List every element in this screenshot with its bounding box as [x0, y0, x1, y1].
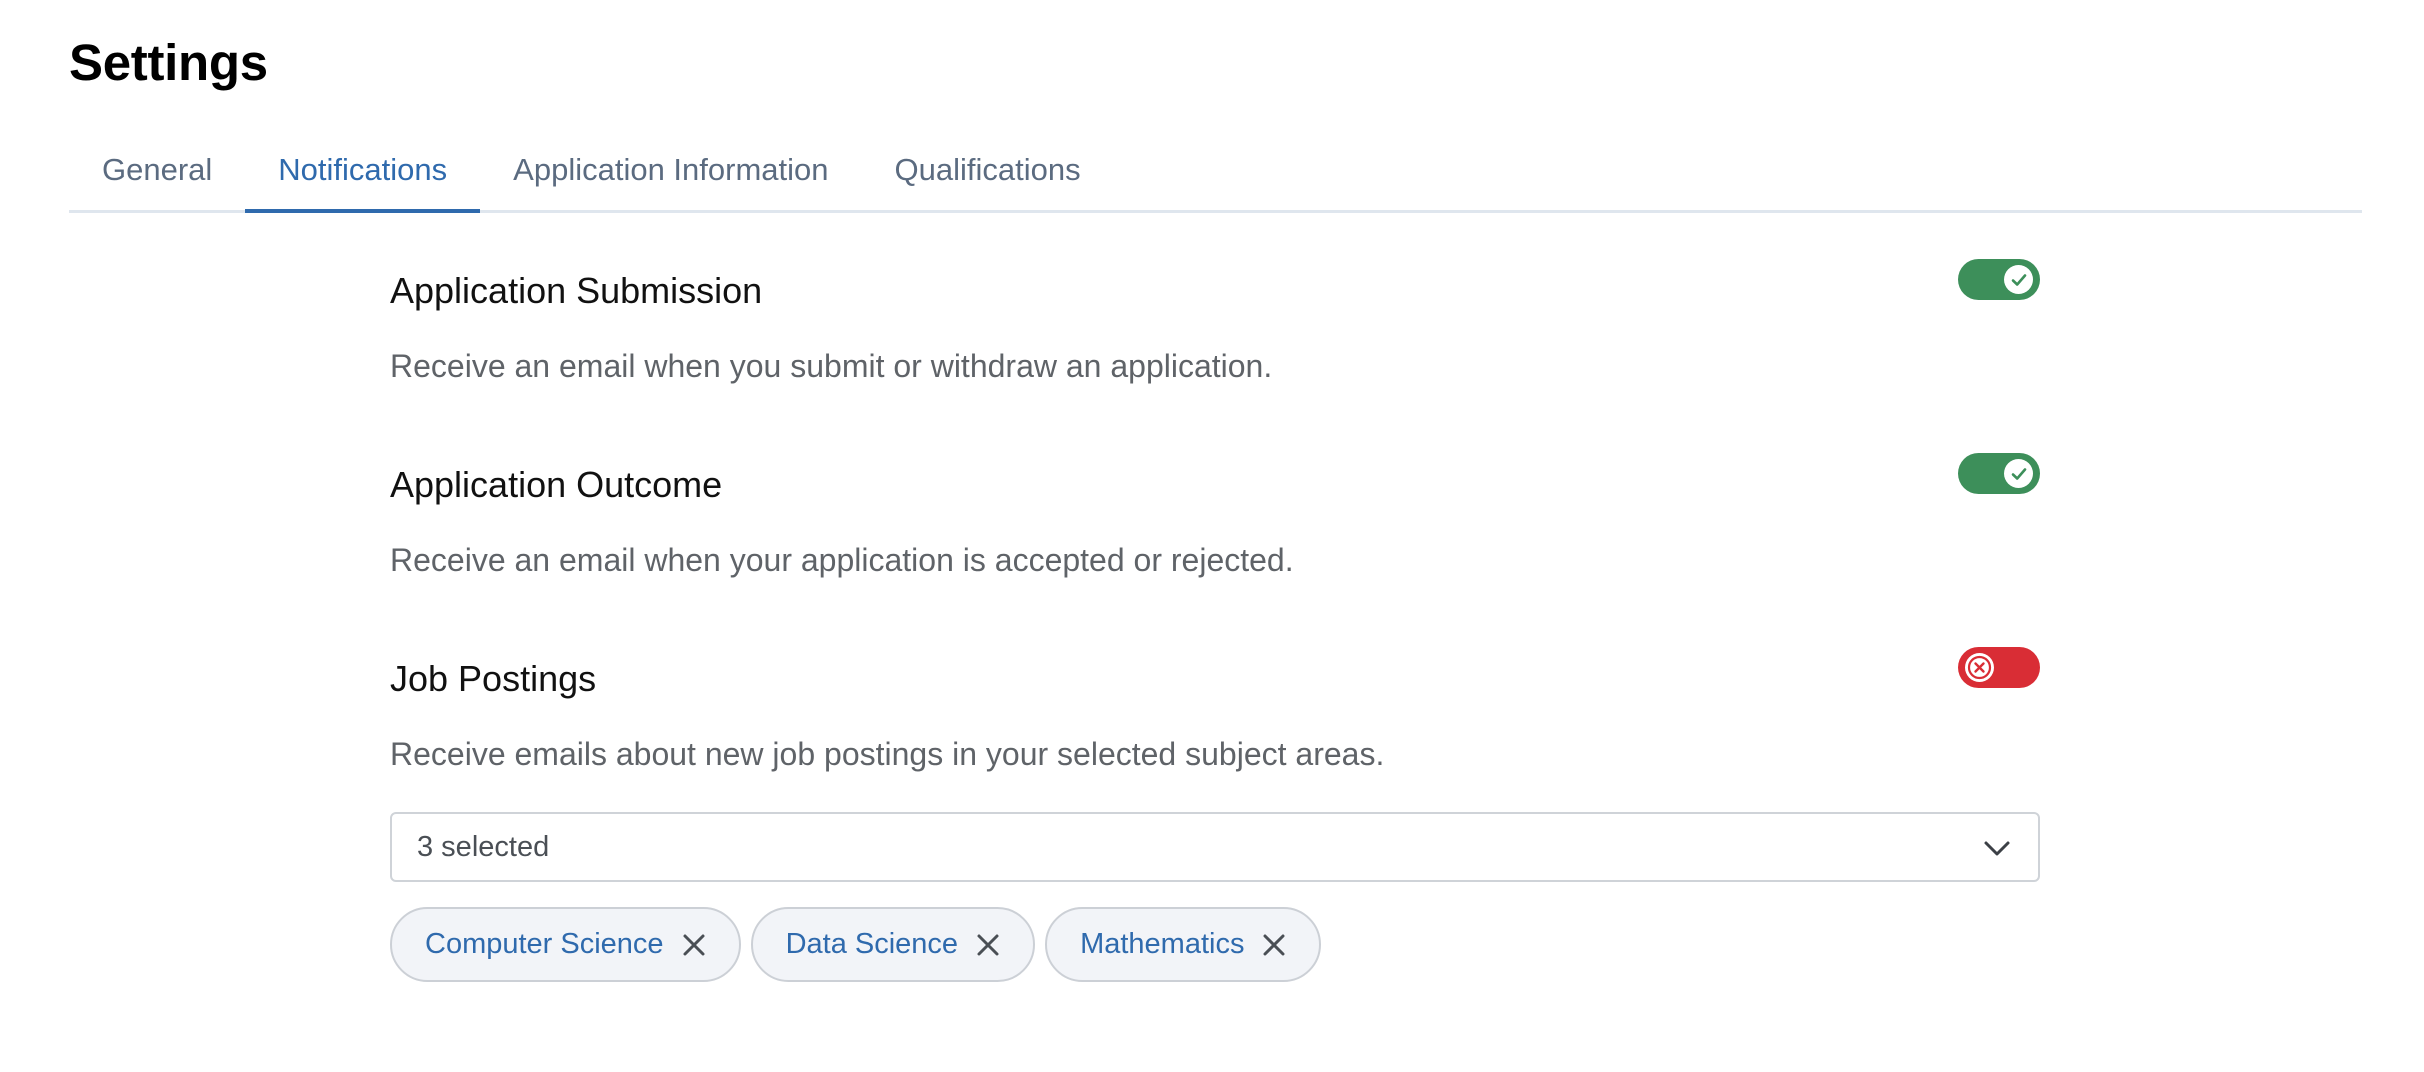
- select-value: 3 selected: [417, 831, 550, 863]
- tab-application-information[interactable]: Application Information: [480, 130, 861, 210]
- close-icon[interactable]: [1262, 933, 1286, 957]
- subject-chip: Data Science: [750, 907, 1036, 982]
- section-description: Receive an email when you submit or with…: [390, 348, 1273, 384]
- notification-application-outcome: Application Outcome Receive an email whe…: [390, 453, 2040, 582]
- job-postings-toggle[interactable]: [1958, 647, 2040, 688]
- chip-label: Computer Science: [425, 928, 664, 960]
- notification-job-postings: Job Postings Receive emails about new jo…: [390, 647, 2040, 776]
- close-icon[interactable]: [976, 933, 1000, 957]
- check-icon: [2004, 265, 2033, 294]
- section-description: Receive an email when your application i…: [390, 542, 1294, 578]
- selected-subjects: Computer Science Data Science Mathematic…: [390, 907, 1322, 982]
- section-title: Application Submission: [390, 270, 763, 311]
- subject-chip: Computer Science: [390, 907, 741, 982]
- tab-general[interactable]: General: [69, 130, 245, 210]
- chip-label: Mathematics: [1080, 928, 1245, 960]
- section-description: Receive emails about new job postings in…: [390, 736, 1385, 772]
- section-title: Application Outcome: [390, 464, 723, 505]
- tab-qualifications[interactable]: Qualifications: [862, 130, 1114, 210]
- section-title: Job Postings: [390, 658, 597, 699]
- tab-notifications[interactable]: Notifications: [245, 130, 481, 213]
- close-icon[interactable]: [682, 933, 706, 957]
- application-outcome-toggle[interactable]: [1958, 453, 2040, 494]
- application-submission-toggle[interactable]: [1958, 259, 2040, 300]
- chevron-down-icon: [1982, 833, 2012, 868]
- subject-area-select[interactable]: 3 selected: [390, 812, 2040, 882]
- subject-chip: Mathematics: [1045, 907, 1322, 982]
- tab-bar: General Notifications Application Inform…: [69, 130, 2362, 213]
- page-title: Settings: [69, 34, 268, 91]
- notification-application-submission: Application Submission Receive an email …: [390, 259, 2040, 388]
- x-icon: [1965, 653, 1994, 682]
- chip-label: Data Science: [785, 928, 959, 960]
- check-icon: [2004, 459, 2033, 488]
